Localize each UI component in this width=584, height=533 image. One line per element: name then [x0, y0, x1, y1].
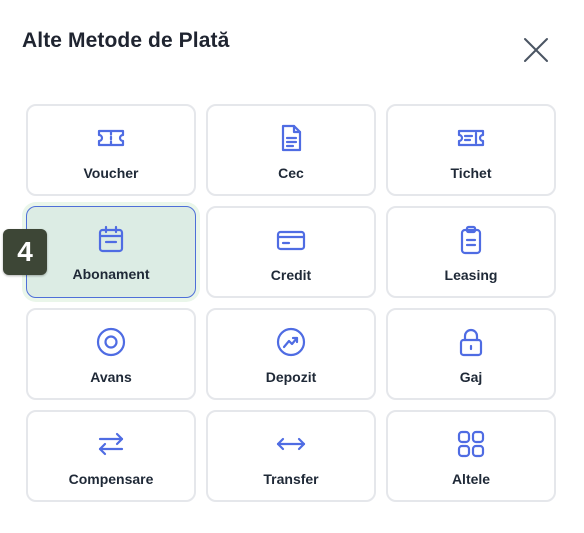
tile-abonament[interactable]: Abonament [26, 206, 196, 298]
tile-transfer[interactable]: Transfer [206, 410, 376, 502]
tile-gaj[interactable]: Gaj [386, 308, 556, 400]
tile-voucher[interactable]: Voucher [26, 104, 196, 196]
tile-label: Voucher [83, 165, 139, 181]
tile-tichet[interactable]: Tichet [386, 104, 556, 196]
document-icon [275, 122, 307, 154]
swap-arrows-icon [95, 428, 127, 460]
tile-label: Compensare [68, 471, 154, 487]
ticket-icon [95, 122, 127, 154]
target-icon [95, 326, 127, 358]
tile-cec[interactable]: Cec [206, 104, 376, 196]
tile-label: Credit [270, 267, 312, 283]
tile-avans[interactable]: Avans [26, 308, 196, 400]
tile-leasing[interactable]: Leasing [386, 206, 556, 298]
tile-depozit[interactable]: Depozit [206, 308, 376, 400]
close-button[interactable] [522, 36, 550, 64]
lock-icon [455, 326, 487, 358]
close-icon [522, 36, 550, 64]
grid-icon [455, 428, 487, 460]
tile-label: Transfer [263, 471, 319, 487]
tile-label: Depozit [265, 369, 317, 385]
credit-card-icon [275, 224, 307, 256]
calendar-icon [95, 223, 127, 255]
step-number-badge: 4 [3, 229, 47, 275]
dialog-title: Alte Metode de Plată [22, 29, 230, 52]
tile-credit[interactable]: Credit [206, 206, 376, 298]
payment-methods-grid: Voucher Cec Tichet Abonament Credit Leas… [26, 104, 556, 502]
double-arrow-icon [275, 428, 307, 460]
tile-label: Leasing [444, 267, 498, 283]
tile-label: Abonament [72, 266, 150, 282]
tile-altele[interactable]: Altele [386, 410, 556, 502]
trending-up-icon [275, 326, 307, 358]
tile-label: Avans [90, 369, 132, 385]
tile-compensare[interactable]: Compensare [26, 410, 196, 502]
clipboard-icon [455, 224, 487, 256]
ticket-list-icon [455, 122, 487, 154]
tile-label: Tichet [450, 165, 492, 181]
tile-label: Cec [278, 165, 304, 181]
tile-label: Gaj [459, 369, 483, 385]
tile-label: Altele [451, 471, 491, 487]
